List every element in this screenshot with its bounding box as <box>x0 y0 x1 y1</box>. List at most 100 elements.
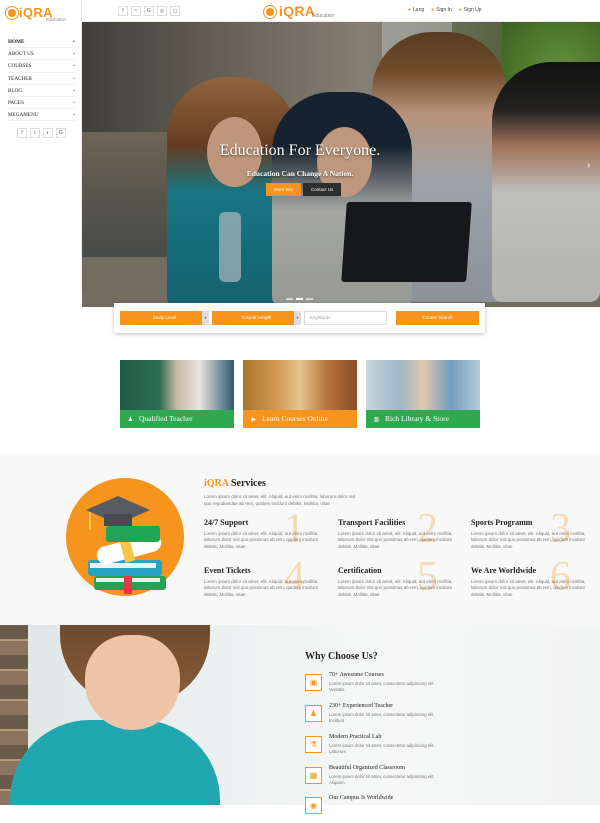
caret-icon: ▾ <box>202 311 209 325</box>
why-item: ▣ 70+ Awesome Courses Lorem ipsum dolor … <box>305 672 465 700</box>
lab-icon: ⚗ <box>305 736 322 753</box>
signin-link[interactable]: ● Sign In <box>431 7 452 13</box>
service-title: We Are Worldwide <box>471 566 537 575</box>
sidebar-item-label: TEACHER <box>8 75 32 82</box>
signup-link[interactable]: ● Sign Up <box>459 7 482 13</box>
sidebar-item-label: MEGAMENU <box>8 112 39 119</box>
sidebar-item-label: PAGES <box>8 99 24 106</box>
slider-dot[interactable] <box>296 298 303 300</box>
hero-subtitle: Education Can Change A Nation. <box>246 169 354 178</box>
hero-overlay <box>82 22 600 307</box>
feature-card-teacher[interactable]: ♟ Qualified Teacher <box>120 360 234 428</box>
why-item: ▦ Beautiful Organized Classroom Lorem ip… <box>305 765 465 793</box>
slider-dots <box>286 298 313 300</box>
sidebar-item-home[interactable]: HOME ⌄ <box>8 36 76 49</box>
service-desc: Lorem ipsum dolor sit amet, elit. Aliqui… <box>471 579 586 597</box>
sidebar-social: f t ◐ G <box>17 128 66 138</box>
sidebar-logo[interactable]: iQRA Education <box>6 5 78 25</box>
feature-card-label: Learn Courses Online <box>262 414 328 423</box>
play-icon: ▶ <box>251 417 256 423</box>
library-image <box>366 360 480 412</box>
signin-label: Sign In <box>436 7 452 13</box>
top-logo[interactable]: iQRA Education <box>264 3 344 21</box>
sidebar-item-about-us[interactable]: ABOUT US ⌄ <box>8 48 76 61</box>
chevron-down-icon: ⌄ <box>71 51 76 57</box>
facebook-icon[interactable]: f <box>118 6 128 16</box>
chevron-down-icon: ⌄ <box>71 112 76 118</box>
student-image-face <box>85 635 180 730</box>
why-item-desc: Lorem ipsum dolor sit amet, consectetur … <box>329 743 435 754</box>
feature-card-courses[interactable]: ▶ Learn Courses Online <box>243 360 357 428</box>
logo-icon <box>6 7 18 19</box>
why-item-desc: Lorem ipsum dolor sit amet, consectetur … <box>329 681 435 692</box>
feature-card-library[interactable]: ▥ Rich Library & Store <box>366 360 480 428</box>
google-icon[interactable]: G <box>144 6 154 16</box>
dribbble-icon[interactable]: ◎ <box>157 6 167 16</box>
why-item: ⚗ Modern Practical Lab Lorem ipsum dolor… <box>305 734 465 762</box>
why-item: ♟ 230+ Experienced Teacher Lorem ipsum d… <box>305 703 465 731</box>
why-item-title: Beautiful Organized Classroom <box>329 765 405 771</box>
why-item-title: Our Campus Is Worldwide <box>329 795 394 801</box>
service-title: Transport Facilities <box>338 518 406 527</box>
book-icon: ▥ <box>373 417 380 423</box>
service-desc: Lorem ipsum dolor sit amet, elit. Aliqui… <box>471 531 586 549</box>
why-item-title: 70+ Awesome Courses <box>329 672 384 678</box>
lock-icon: ● <box>431 7 435 13</box>
courses-icon: ▣ <box>305 674 322 691</box>
slider-dot[interactable] <box>306 298 313 300</box>
teacher-icon: ♟ <box>305 705 322 722</box>
chevron-down-icon: ⌄ <box>71 39 76 44</box>
logo-tagline: Education <box>312 13 335 19</box>
slider-dot[interactable] <box>286 298 293 300</box>
keywords-input[interactable]: KeyWords <box>304 311 387 325</box>
more-info-button[interactable]: More Info <box>266 183 302 196</box>
chevron-right-icon[interactable]: › <box>587 160 590 171</box>
github-icon[interactable]: ◐ <box>43 128 53 138</box>
rss-icon[interactable]: ≈ <box>131 6 141 16</box>
sidebar-item-pages[interactable]: PAGES ⌄ <box>8 97 76 110</box>
service-item: Certification Lorem ipsum dolor sit amet… <box>338 566 458 598</box>
signup-label: Sign Up <box>463 7 482 13</box>
course-length-label: Course Length <box>241 315 272 320</box>
lang-link[interactable]: ● Lang <box>408 7 424 13</box>
classroom-icon: ▦ <box>305 767 322 784</box>
why-item-desc: Lorem ipsum dolor sit amet, consectetur … <box>329 774 435 785</box>
service-title: 24/7 Support <box>204 518 249 527</box>
sidebar-item-megamenu[interactable]: MEGAMENU ⌄ <box>8 109 76 122</box>
service-title: Sports Programm <box>471 518 533 527</box>
services-title-text: Services <box>228 478 266 489</box>
logo-text: iQRA <box>279 3 316 19</box>
sidebar-item-teacher[interactable]: TEACHER ⌄ <box>8 73 76 85</box>
hero-buttons: More Info Contact Us <box>266 183 342 196</box>
google-icon[interactable]: G <box>56 128 66 138</box>
caret-icon: ▾ <box>294 311 301 325</box>
facebook-icon[interactable]: f <box>17 128 27 138</box>
sidebar-item-label: ABOUT US <box>8 51 34 58</box>
sidebar-item-label: BLOG <box>8 87 23 94</box>
logo-icon <box>264 6 276 18</box>
service-item: Sports Programm Lorem ipsum dolor sit am… <box>471 518 591 550</box>
globe-icon: ◉ <box>305 797 322 814</box>
lang-label: Lang <box>413 7 425 13</box>
why-title: Why Choose Us? <box>305 651 378 662</box>
graduation-books-icon <box>86 496 166 594</box>
twitter-icon[interactable]: t <box>30 128 40 138</box>
hero-title: Education For Everyone. <box>219 142 381 159</box>
contact-us-button[interactable]: Contact Us <box>303 183 342 196</box>
sidebar-item-blog[interactable]: BLOG ⌄ <box>8 85 76 97</box>
study-level-label: Study Level <box>152 315 177 320</box>
feature-card-bar: ♟ Qualified Teacher <box>120 410 234 428</box>
sidebar-item-courses[interactable]: COURSES ⌄ <box>8 60 76 73</box>
study-level-select[interactable]: Study Level ▾ <box>120 311 209 325</box>
top-links: ● Lang ● Sign In ● Sign Up <box>408 7 482 13</box>
course-search-button[interactable]: Course Search <box>396 311 479 325</box>
feature-card-label: Rich Library & Store <box>385 414 449 423</box>
why-item-title: Modern Practical Lab <box>329 734 382 740</box>
logo-tagline: Education <box>46 17 67 22</box>
user-icon: ♟ <box>127 417 134 423</box>
instagram-icon[interactable]: ◻ <box>170 6 180 16</box>
chevron-down-icon: ⌄ <box>71 75 76 81</box>
why-item-desc: Lorem ipsum dolor sit amet, consectetur … <box>329 712 435 723</box>
course-length-select[interactable]: Course Length ▾ <box>212 311 301 325</box>
service-title: Event Tickets <box>204 566 251 575</box>
